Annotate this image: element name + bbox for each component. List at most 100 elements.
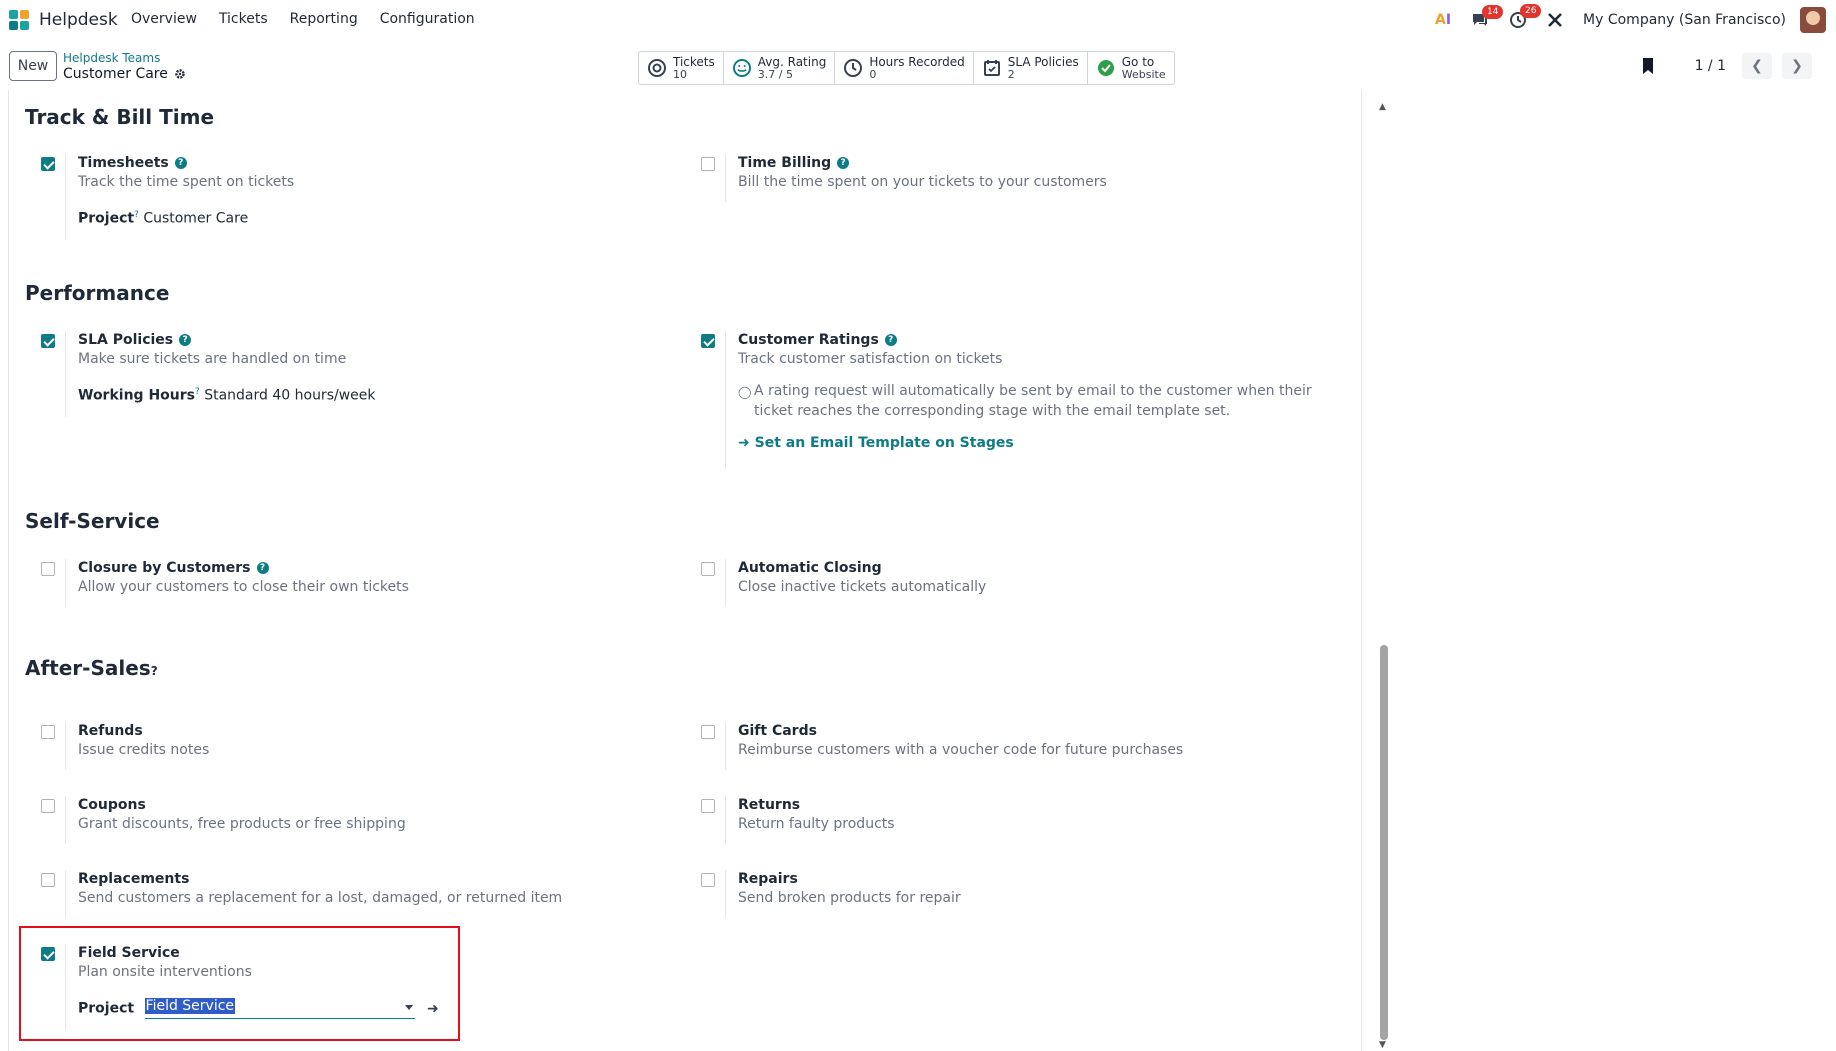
- smart-label: Avg. Rating: [757, 54, 827, 69]
- smart-label: Tickets: [673, 54, 715, 69]
- app-brand[interactable]: Helpdesk: [7, 8, 118, 32]
- company-switcher[interactable]: My Company (San Francisco): [1583, 12, 1786, 28]
- globe-icon: [1097, 60, 1114, 76]
- refunds-title: Refunds: [78, 723, 143, 739]
- smart-button-website[interactable]: Go to Website: [1088, 52, 1174, 84]
- smart-label: Go to: [1121, 54, 1155, 69]
- setting-divider: [65, 870, 66, 918]
- gift-cards-title: Gift Cards: [738, 723, 817, 739]
- gift-cards-checkbox[interactable]: [701, 725, 715, 739]
- auto-closing-title: Automatic Closing: [738, 560, 882, 576]
- setting-divider: [725, 154, 726, 202]
- project-value[interactable]: Customer Care: [143, 211, 248, 227]
- smart-button-avg-rating[interactable]: Avg. Rating 3.7 / 5: [724, 52, 836, 84]
- setting-divider: [725, 870, 726, 918]
- internal-link-arrow-icon[interactable]: ➜: [427, 1001, 439, 1017]
- help-icon[interactable]: ?: [256, 562, 269, 574]
- setting-divider: [65, 796, 66, 844]
- ratings-title: Customer Ratings: [738, 332, 879, 348]
- smile-icon: [732, 59, 751, 77]
- field-service-title: Field Service: [78, 945, 180, 961]
- lightbulb-icon: ◯: [738, 385, 752, 399]
- refunds-checkbox[interactable]: [41, 725, 55, 739]
- ai-button[interactable]: AI: [1435, 12, 1451, 28]
- main-menu: Overview Tickets Reporting Configuration: [131, 11, 475, 27]
- time-billing-title: Time Billing: [738, 155, 832, 171]
- section-title-self-service: Self-Service: [25, 509, 160, 533]
- bookmark-icon[interactable]: [1641, 57, 1655, 75]
- menu-overview[interactable]: Overview: [131, 11, 197, 27]
- ratings-checkbox[interactable]: [701, 334, 715, 348]
- pager-next-button[interactable]: ❯: [1782, 53, 1812, 79]
- new-button[interactable]: New: [9, 51, 57, 81]
- ratings-note: ◯ A rating request will automatically be …: [738, 381, 1318, 421]
- app-name: Helpdesk: [39, 10, 118, 30]
- coupons-checkbox[interactable]: [41, 799, 55, 813]
- clock-icon: [844, 59, 863, 77]
- setting-divider: [65, 331, 66, 417]
- menu-tickets[interactable]: Tickets: [219, 11, 268, 27]
- lifebuoy-icon: [648, 59, 666, 77]
- menu-configuration[interactable]: Configuration: [380, 11, 475, 27]
- scroll-up-icon[interactable]: ▲: [1379, 102, 1386, 112]
- record-title: Customer Care: [63, 66, 168, 82]
- pager-value[interactable]: 1 / 1: [1695, 58, 1726, 74]
- sla-checkbox[interactable]: [41, 334, 55, 348]
- breadcrumb-parent[interactable]: Helpdesk Teams: [63, 51, 160, 65]
- chevron-down-icon[interactable]: [404, 1005, 413, 1010]
- chevron-left-icon: ❮: [1751, 58, 1763, 74]
- smart-button-tickets[interactable]: Tickets 10: [639, 52, 724, 84]
- menu-reporting[interactable]: Reporting: [290, 11, 358, 27]
- help-icon[interactable]: ?: [174, 157, 187, 169]
- top-navbar: Helpdesk Overview Tickets Reporting Conf…: [0, 0, 1836, 40]
- debug-button[interactable]: [1547, 12, 1563, 28]
- setting-divider: [725, 796, 726, 844]
- timesheets-title: Timesheets: [78, 155, 169, 171]
- scroll-down-icon[interactable]: ▼: [1379, 1040, 1386, 1050]
- help-icon[interactable]: ?: [884, 334, 897, 346]
- setting-divider: [65, 722, 66, 770]
- closure-title: Closure by Customers: [78, 560, 251, 576]
- help-icon[interactable]: ?: [179, 334, 192, 346]
- arrow-right-icon: ➜: [738, 435, 750, 451]
- repairs-desc: Send broken products for repair: [738, 890, 961, 906]
- time-billing-checkbox[interactable]: [701, 157, 715, 171]
- systray: AI 14 26 My Company (San Francisco): [1435, 4, 1836, 34]
- scrollbar-thumb[interactable]: [1380, 645, 1388, 1040]
- coupons-title: Coupons: [78, 797, 146, 813]
- section-title-after-sales: After-Sales?: [25, 656, 158, 680]
- activities-button[interactable]: 26: [1509, 4, 1542, 29]
- tooltip-icon[interactable]: ?: [134, 210, 139, 220]
- user-avatar[interactable]: [1800, 7, 1826, 33]
- help-icon[interactable]: ?: [151, 664, 158, 678]
- pager-previous-button[interactable]: ❮: [1742, 53, 1772, 79]
- activities-badge: 26: [1520, 4, 1542, 18]
- sla-desc: Make sure tickets are handled on time: [78, 351, 347, 367]
- setting-divider: [65, 559, 66, 607]
- smart-button-sla[interactable]: SLA Policies 2: [974, 52, 1088, 84]
- field-service-project-input[interactable]: Field Service: [144, 998, 415, 1019]
- replacements-desc: Send customers a replacement for a lost,…: [78, 890, 563, 906]
- project-label: Project: [78, 210, 135, 227]
- working-hours-value[interactable]: Standard 40 hours/week: [204, 388, 375, 404]
- auto-closing-checkbox[interactable]: [701, 562, 715, 576]
- repairs-checkbox[interactable]: [701, 873, 715, 887]
- tooltip-icon[interactable]: ?: [195, 387, 200, 397]
- control-panel: New Helpdesk Teams Customer Care Tickets…: [0, 40, 1836, 90]
- messages-button[interactable]: 14: [1471, 5, 1504, 28]
- field-service-project-label: Project: [78, 1000, 135, 1017]
- gear-icon[interactable]: [174, 68, 186, 80]
- field-service-checkbox[interactable]: [41, 947, 55, 961]
- setting-divider: [725, 559, 726, 607]
- smart-button-hours[interactable]: Hours Recorded 0: [835, 52, 974, 84]
- returns-checkbox[interactable]: [701, 799, 715, 813]
- closure-checkbox[interactable]: [41, 562, 55, 576]
- set-email-template-link[interactable]: ➜ Set an Email Template on Stages: [738, 435, 1318, 451]
- replacements-checkbox[interactable]: [41, 873, 55, 887]
- timesheets-checkbox[interactable]: [41, 157, 55, 171]
- messages-badge: 14: [1482, 5, 1504, 19]
- field-service-desc: Plan onsite interventions: [78, 964, 252, 980]
- replacements-title: Replacements: [78, 871, 190, 887]
- calendar-check-icon: [983, 60, 1000, 76]
- help-icon[interactable]: ?: [837, 157, 850, 169]
